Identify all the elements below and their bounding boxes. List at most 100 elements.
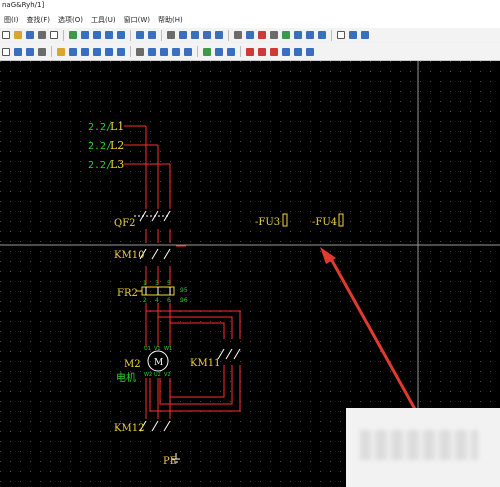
text-icon[interactable] <box>282 31 290 39</box>
distribute-icon[interactable] <box>191 31 199 39</box>
zoom-out-icon[interactable] <box>105 31 113 39</box>
breaker-label: QF2 <box>114 218 136 229</box>
page-icon[interactable] <box>50 31 58 39</box>
zoom-all-icon[interactable] <box>117 31 125 39</box>
page-next-icon[interactable] <box>26 47 34 56</box>
terminal-icon[interactable] <box>81 47 89 56</box>
toolbar-main <box>0 28 500 42</box>
link-icon[interactable] <box>294 31 302 39</box>
cable-icon[interactable] <box>93 47 101 56</box>
contactor-km10-label: KM10 <box>114 250 144 261</box>
phase-label-l3: L3 <box>110 158 124 171</box>
motor-label: M2 <box>124 359 141 370</box>
motor-pin-v1: V1 <box>154 346 161 352</box>
macro-icon[interactable] <box>227 47 235 56</box>
fuse-fu4-label: -FU4 <box>312 217 337 228</box>
menu-item-find[interactable]: 查找(F) <box>23 15 55 25</box>
box-icon[interactable] <box>172 47 180 56</box>
new-file-icon[interactable] <box>2 31 10 39</box>
toolbar-divider <box>331 29 332 41</box>
toolbar-divider <box>161 29 162 41</box>
menu-bar: 图(I) 查找(F) 选项(O) 工具(U) 窗口(W) 帮助(H) <box>0 11 500 28</box>
phase-prefix-l3: 2.2/ <box>88 160 112 171</box>
page-list-icon[interactable] <box>38 47 46 56</box>
fr-pin-6: 6 <box>167 297 171 304</box>
fr-pin-5: 5 <box>167 280 171 287</box>
device-icon[interactable] <box>69 47 77 56</box>
toolbar-divider <box>63 29 64 41</box>
wire-icon[interactable] <box>105 47 113 56</box>
window-title: naG&Ryh/1] <box>0 0 500 11</box>
menu-item-help[interactable]: 帮助(H) <box>154 15 187 25</box>
corner-icon[interactable] <box>294 47 302 56</box>
fuse-fu3-label: -FU3 <box>255 217 280 228</box>
watermark-blur <box>360 430 478 460</box>
arrow-left-icon[interactable] <box>136 31 144 39</box>
symbol-icon[interactable] <box>57 47 65 56</box>
phase-label-l1: L1 <box>110 120 124 133</box>
tee-icon[interactable] <box>306 47 314 56</box>
fr-pin-3: 3 <box>155 280 159 287</box>
toolbar-divider <box>130 29 131 41</box>
toolbar-divider <box>197 46 198 57</box>
menu-item-tools[interactable]: 工具(U) <box>87 15 120 25</box>
open-folder-icon[interactable] <box>14 31 22 39</box>
connection-icon[interactable] <box>117 47 125 56</box>
grid-icon[interactable] <box>167 31 175 39</box>
zoom-window-icon[interactable] <box>81 31 89 39</box>
earth-label: PE <box>163 456 177 467</box>
table-icon[interactable] <box>203 31 211 39</box>
crosshair-icon[interactable] <box>270 31 278 39</box>
fr-pin-2: 2 <box>143 297 147 304</box>
bus-icon[interactable] <box>160 47 168 56</box>
menu-item[interactable]: 图(I) <box>0 15 23 25</box>
phase-label-l2: L2 <box>110 139 124 152</box>
angle-icon[interactable] <box>282 47 290 56</box>
menu-item-options[interactable]: 选项(O) <box>54 15 87 25</box>
motor-pin-v2: V2 <box>164 372 171 378</box>
snap-grid-icon[interactable] <box>234 31 242 39</box>
properties-icon[interactable] <box>337 31 345 39</box>
motor-pin-w2: W2 <box>144 372 152 378</box>
filter-icon[interactable] <box>361 31 369 39</box>
arrow-right-icon[interactable] <box>148 31 156 39</box>
phase-prefix-l1: 2.2/ <box>88 122 112 133</box>
cross-ref-icon[interactable] <box>148 47 156 56</box>
contactor-km11-label: KM11 <box>190 358 220 369</box>
toolbar-divider <box>130 46 131 57</box>
plc-icon[interactable] <box>136 47 144 56</box>
potential-icon[interactable] <box>184 47 192 56</box>
save-icon[interactable] <box>26 31 34 39</box>
delete-icon[interactable] <box>258 47 266 56</box>
fit-icon[interactable] <box>349 31 357 39</box>
line-icon[interactable] <box>318 31 326 39</box>
fr-pin-4: 4 <box>155 297 159 304</box>
toolbar-divider <box>228 29 229 41</box>
page-new-icon[interactable] <box>2 47 10 56</box>
fr-pin-1: 1 <box>143 280 147 287</box>
toolbar-divider <box>51 46 52 57</box>
refresh-icon[interactable] <box>69 31 77 39</box>
align-icon[interactable] <box>179 31 187 39</box>
zoom-in-icon[interactable] <box>93 31 101 39</box>
page-prev-icon[interactable] <box>14 47 22 56</box>
terminal-96: 96 <box>180 297 188 304</box>
insert-icon[interactable] <box>306 31 314 39</box>
interrupt-icon[interactable] <box>246 47 254 56</box>
layout-icon[interactable] <box>215 31 223 39</box>
watermark-overlay <box>346 408 500 487</box>
jump-icon[interactable] <box>270 47 278 56</box>
print-icon[interactable] <box>38 31 46 39</box>
motor-description: 电机 <box>116 371 136 384</box>
menu-item-window[interactable]: 窗口(W) <box>120 15 154 25</box>
motor-symbol-letter: M <box>154 358 163 368</box>
phase-prefix-l2: 2.2/ <box>88 141 112 152</box>
magnet-icon[interactable] <box>258 31 266 39</box>
report-icon[interactable] <box>215 47 223 56</box>
overload-relay-label: FR2 <box>117 288 138 299</box>
toolbar-divider <box>240 46 241 57</box>
toolbar-drawing <box>0 43 500 61</box>
ortho-icon[interactable] <box>246 31 254 39</box>
motor-pin-u1: U1 <box>144 346 151 352</box>
check-icon[interactable] <box>203 47 211 56</box>
